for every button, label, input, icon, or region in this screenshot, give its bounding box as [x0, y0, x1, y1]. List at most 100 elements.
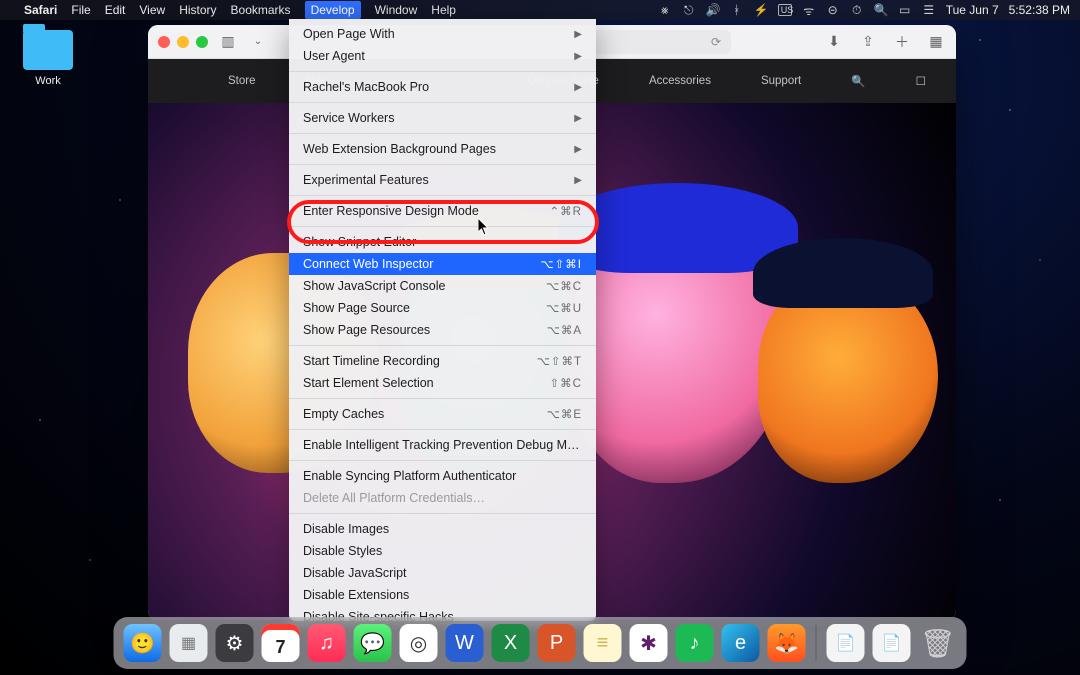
- dock-file[interactable]: 📄: [873, 624, 911, 662]
- memoji-3: [568, 223, 788, 483]
- menu-item[interactable]: Open Page With▶: [289, 23, 596, 45]
- menu-item[interactable]: Rachel's MacBook Pro▶: [289, 76, 596, 98]
- menu-item[interactable]: Experimental Features▶: [289, 169, 596, 191]
- menu-item[interactable]: Disable Styles: [289, 540, 596, 562]
- menu-item-label: Show Snippet Editor: [303, 235, 582, 249]
- icloud-icon[interactable]: ⊝: [826, 3, 840, 17]
- minimize-button[interactable]: [177, 36, 189, 48]
- dock-edge[interactable]: e: [722, 624, 760, 662]
- dock-settings[interactable]: ⚙: [216, 624, 254, 662]
- menu-item[interactable]: Service Workers▶: [289, 107, 596, 129]
- menu-item[interactable]: Disable Images: [289, 518, 596, 540]
- share-icon[interactable]: ⇪: [858, 32, 878, 52]
- dock-excel[interactable]: X: [492, 624, 530, 662]
- app-menu[interactable]: Safari: [24, 3, 57, 17]
- menu-item[interactable]: Show Snippet Editor: [289, 231, 596, 253]
- menu-item[interactable]: Connect Web Inspector⌥⇧⌘I: [289, 253, 596, 275]
- menu-item[interactable]: Show Page Resources⌥⌘A: [289, 319, 596, 341]
- menubar-time[interactable]: 5:52:38 PM: [1009, 3, 1070, 17]
- menu-item-label: Show JavaScript Console: [303, 279, 546, 293]
- menubar-date[interactable]: Tue Jun 7: [946, 3, 999, 17]
- dock-ff[interactable]: 🦊: [768, 624, 806, 662]
- menu-help[interactable]: Help: [431, 3, 456, 17]
- dock-divider: [816, 625, 817, 661]
- dock-finder[interactable]: 🙂: [124, 624, 162, 662]
- dock-trash[interactable]: 🗑: [919, 624, 957, 662]
- menu-item[interactable]: Disable JavaScript: [289, 562, 596, 584]
- zoom-button[interactable]: [196, 36, 208, 48]
- sidebar-toggle-icon[interactable]: ▥: [218, 32, 238, 52]
- menu-develop[interactable]: Develop: [305, 1, 361, 19]
- tabs-overview-icon[interactable]: ▦: [926, 32, 946, 52]
- submenu-arrow-icon: ▶: [574, 175, 582, 186]
- dock-music[interactable]: ♫: [308, 624, 346, 662]
- nav-store[interactable]: Store: [228, 75, 256, 87]
- dock-spotify[interactable]: ♪: [676, 624, 714, 662]
- dock-slack[interactable]: ✱: [630, 624, 668, 662]
- menu-separator: [289, 226, 596, 227]
- volume-icon[interactable]: 🔊: [706, 3, 720, 17]
- bluetooth-icon[interactable]: ᚼ: [730, 3, 744, 17]
- nav-support[interactable]: Support: [761, 75, 801, 87]
- menu-shortcut: ⌥⌘E: [547, 407, 582, 421]
- menu-item[interactable]: Show Page Source⌥⌘U: [289, 297, 596, 319]
- folder-label: Work: [18, 75, 78, 87]
- input-source-icon[interactable]: US: [778, 4, 792, 16]
- menu-item[interactable]: User Agent▶: [289, 45, 596, 67]
- dock-chrome[interactable]: ◎: [400, 624, 438, 662]
- dock-launchpad[interactable]: ▦: [170, 624, 208, 662]
- menu-item[interactable]: Disable Extensions: [289, 584, 596, 606]
- menu-item[interactable]: Start Timeline Recording⌥⇧⌘T: [289, 350, 596, 372]
- menu-window[interactable]: Window: [375, 3, 418, 17]
- menu-separator: [289, 164, 596, 165]
- menu-separator: [289, 460, 596, 461]
- submenu-arrow-icon: ▶: [574, 113, 582, 124]
- dock-cal[interactable]: JUN7: [262, 624, 300, 662]
- menu-separator: [289, 398, 596, 399]
- menu-bookmarks[interactable]: Bookmarks: [231, 3, 291, 17]
- new-tab-icon[interactable]: ＋: [892, 32, 912, 52]
- reload-icon[interactable]: ⟳: [711, 35, 721, 49]
- menu-item[interactable]: Show JavaScript Console⌥⌘C: [289, 275, 596, 297]
- menu-item[interactable]: Enter Responsive Design Mode⌃⌘R: [289, 200, 596, 222]
- nav-accessories[interactable]: Accessories: [649, 75, 711, 87]
- menu-shortcut: ⌥⇧⌘T: [537, 354, 582, 368]
- menu-item[interactable]: Enable Intelligent Tracking Prevention D…: [289, 434, 596, 456]
- menu-item-label: Enable Intelligent Tracking Prevention D…: [303, 438, 582, 452]
- downloads-icon[interactable]: ⬇: [824, 32, 844, 52]
- control-center-icon[interactable]: ☰: [922, 3, 936, 17]
- spotlight-icon[interactable]: 🔍: [874, 3, 888, 17]
- menu-history[interactable]: History: [179, 3, 216, 17]
- mobile-icon[interactable]: ⎋: [682, 3, 696, 18]
- menu-item-label: Connect Web Inspector: [303, 257, 540, 271]
- menu-shortcut: ⌥⌘C: [546, 279, 582, 293]
- menu-item-label: Show Page Source: [303, 301, 546, 315]
- dropbox-icon[interactable]: ⨳: [658, 3, 672, 18]
- menu-item[interactable]: Empty Caches⌥⌘E: [289, 403, 596, 425]
- menu-item-label: Show Page Resources: [303, 323, 547, 337]
- nav-bag-icon[interactable]: ☐: [916, 74, 926, 88]
- menu-item-label: Empty Caches: [303, 407, 547, 421]
- dock-msg[interactable]: 💬: [354, 624, 392, 662]
- dock-file[interactable]: 📄: [827, 624, 865, 662]
- wifi-icon[interactable]: ᯤ: [802, 2, 816, 19]
- menu-item[interactable]: Start Element Selection⇧⌘C: [289, 372, 596, 394]
- dock-notes[interactable]: ≡: [584, 624, 622, 662]
- dock-ppt[interactable]: P: [538, 624, 576, 662]
- menu-view[interactable]: View: [139, 3, 165, 17]
- desktop-folder-work[interactable]: Work: [18, 30, 78, 87]
- menu-item[interactable]: Enable Syncing Platform Authenticator: [289, 465, 596, 487]
- close-button[interactable]: [158, 36, 170, 48]
- tab-group-chevron-icon[interactable]: ⌄: [248, 32, 268, 52]
- menu-file[interactable]: File: [71, 3, 90, 17]
- nav-search-icon[interactable]: 🔍: [851, 74, 865, 88]
- menu-shortcut: ⇧⌘C: [550, 376, 582, 390]
- battery-icon[interactable]: ⚡: [754, 3, 768, 17]
- screen-mirror-icon[interactable]: ▭: [898, 3, 912, 17]
- menu-item-label: Rachel's MacBook Pro: [303, 80, 574, 94]
- menubar: Safari File Edit View History Bookmarks …: [0, 0, 1080, 20]
- menu-edit[interactable]: Edit: [105, 3, 126, 17]
- timemachine-icon[interactable]: ⏱: [850, 3, 864, 18]
- menu-item[interactable]: Web Extension Background Pages▶: [289, 138, 596, 160]
- dock-word[interactable]: W: [446, 624, 484, 662]
